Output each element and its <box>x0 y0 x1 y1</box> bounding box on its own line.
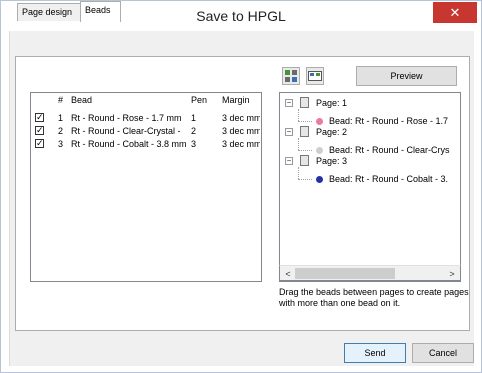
row-checkbox[interactable]: ✓ <box>35 126 44 135</box>
expand-collapse-icon[interactable]: − <box>285 99 293 107</box>
page-layout-button[interactable] <box>306 67 324 85</box>
row-bead: Rt - Round - Rose - 1.7 mm <box>71 113 182 123</box>
preview-button[interactable]: Preview <box>356 66 457 86</box>
column-header-pen[interactable]: Pen <box>191 95 207 105</box>
row-margin: 3 dec mm <box>222 113 260 123</box>
send-button[interactable]: Send <box>344 343 406 363</box>
row-number: 3 <box>58 139 64 149</box>
list-row[interactable]: ✓ 1 Rt - Round - Rose - 1.7 mm 1 3 dec m… <box>31 112 261 124</box>
dialog-window: Save to HPGL ✕ Page design Beads # Bead … <box>0 0 482 373</box>
tab-beads[interactable]: Beads <box>80 1 121 22</box>
beads-list[interactable]: # Bead Pen Margin ✓ 1 Rt - Round - Rose … <box>30 92 262 282</box>
list-row[interactable]: ✓ 3 Rt - Round - Cobalt - 3.8 mm 3 3 dec… <box>31 138 261 150</box>
page-add-icon <box>285 70 297 82</box>
row-number: 1 <box>58 113 64 123</box>
tree-bead-item[interactable]: Bead: Rt - Round - Cobalt - 3. <box>329 173 448 185</box>
page-layout-icon <box>308 71 322 81</box>
column-header-margin[interactable]: Margin <box>222 95 250 105</box>
page-icon <box>300 97 309 108</box>
tree-connector <box>298 109 299 121</box>
tree-page-item[interactable]: Page: 1 <box>316 97 347 109</box>
tree-bead-item[interactable]: Bead: Rt - Round - Clear-Crys <box>329 144 450 156</box>
tree-connector <box>298 138 299 150</box>
expand-collapse-icon[interactable]: − <box>285 157 293 165</box>
tree-page-item[interactable]: Page: 2 <box>316 126 347 138</box>
row-pen: 1 <box>191 113 197 123</box>
tree-page-item[interactable]: Page: 3 <box>316 155 347 167</box>
row-number: 2 <box>58 126 64 136</box>
page-icon <box>300 126 309 137</box>
row-bead: Rt - Round - Clear-Crystal - <box>71 126 181 136</box>
page-icon <box>300 155 309 166</box>
column-header-bead[interactable]: Bead <box>71 95 92 105</box>
row-checkbox[interactable]: ✓ <box>35 139 44 148</box>
bead-color-icon <box>316 118 323 125</box>
bead-color-icon <box>316 176 323 183</box>
row-margin: 3 dec mm <box>222 139 260 149</box>
page-add-button[interactable] <box>282 67 300 85</box>
column-header-number[interactable]: # <box>58 95 63 105</box>
drag-hint-text: Drag the beads between pages to create p… <box>279 287 469 308</box>
row-checkbox[interactable]: ✓ <box>35 113 44 122</box>
pages-tree[interactable]: − Page: 1 Bead: Rt - Round - Rose - 1.7 … <box>279 92 461 282</box>
scroll-left-icon[interactable]: < <box>282 268 294 280</box>
tree-connector <box>298 121 312 122</box>
scroll-right-icon[interactable]: > <box>446 268 458 280</box>
close-button[interactable]: ✕ <box>433 2 477 23</box>
row-pen: 2 <box>191 126 197 136</box>
list-row[interactable]: ✓ 2 Rt - Round - Clear-Crystal - 2 3 dec… <box>31 125 261 137</box>
bead-color-icon <box>316 147 323 154</box>
expand-collapse-icon[interactable]: − <box>285 128 293 136</box>
tree-connector <box>298 150 312 151</box>
scroll-thumb[interactable] <box>295 268 395 279</box>
tab-page-design[interactable]: Page design <box>17 3 81 21</box>
row-margin: 3 dec mm <box>222 126 260 136</box>
row-pen: 3 <box>191 139 197 149</box>
row-bead: Rt - Round - Cobalt - 3.8 mm <box>71 139 187 149</box>
tree-connector <box>298 167 299 179</box>
tree-connector <box>298 179 312 180</box>
tree-horizontal-scrollbar[interactable]: < > <box>279 265 461 281</box>
cancel-button[interactable]: Cancel <box>412 343 474 363</box>
